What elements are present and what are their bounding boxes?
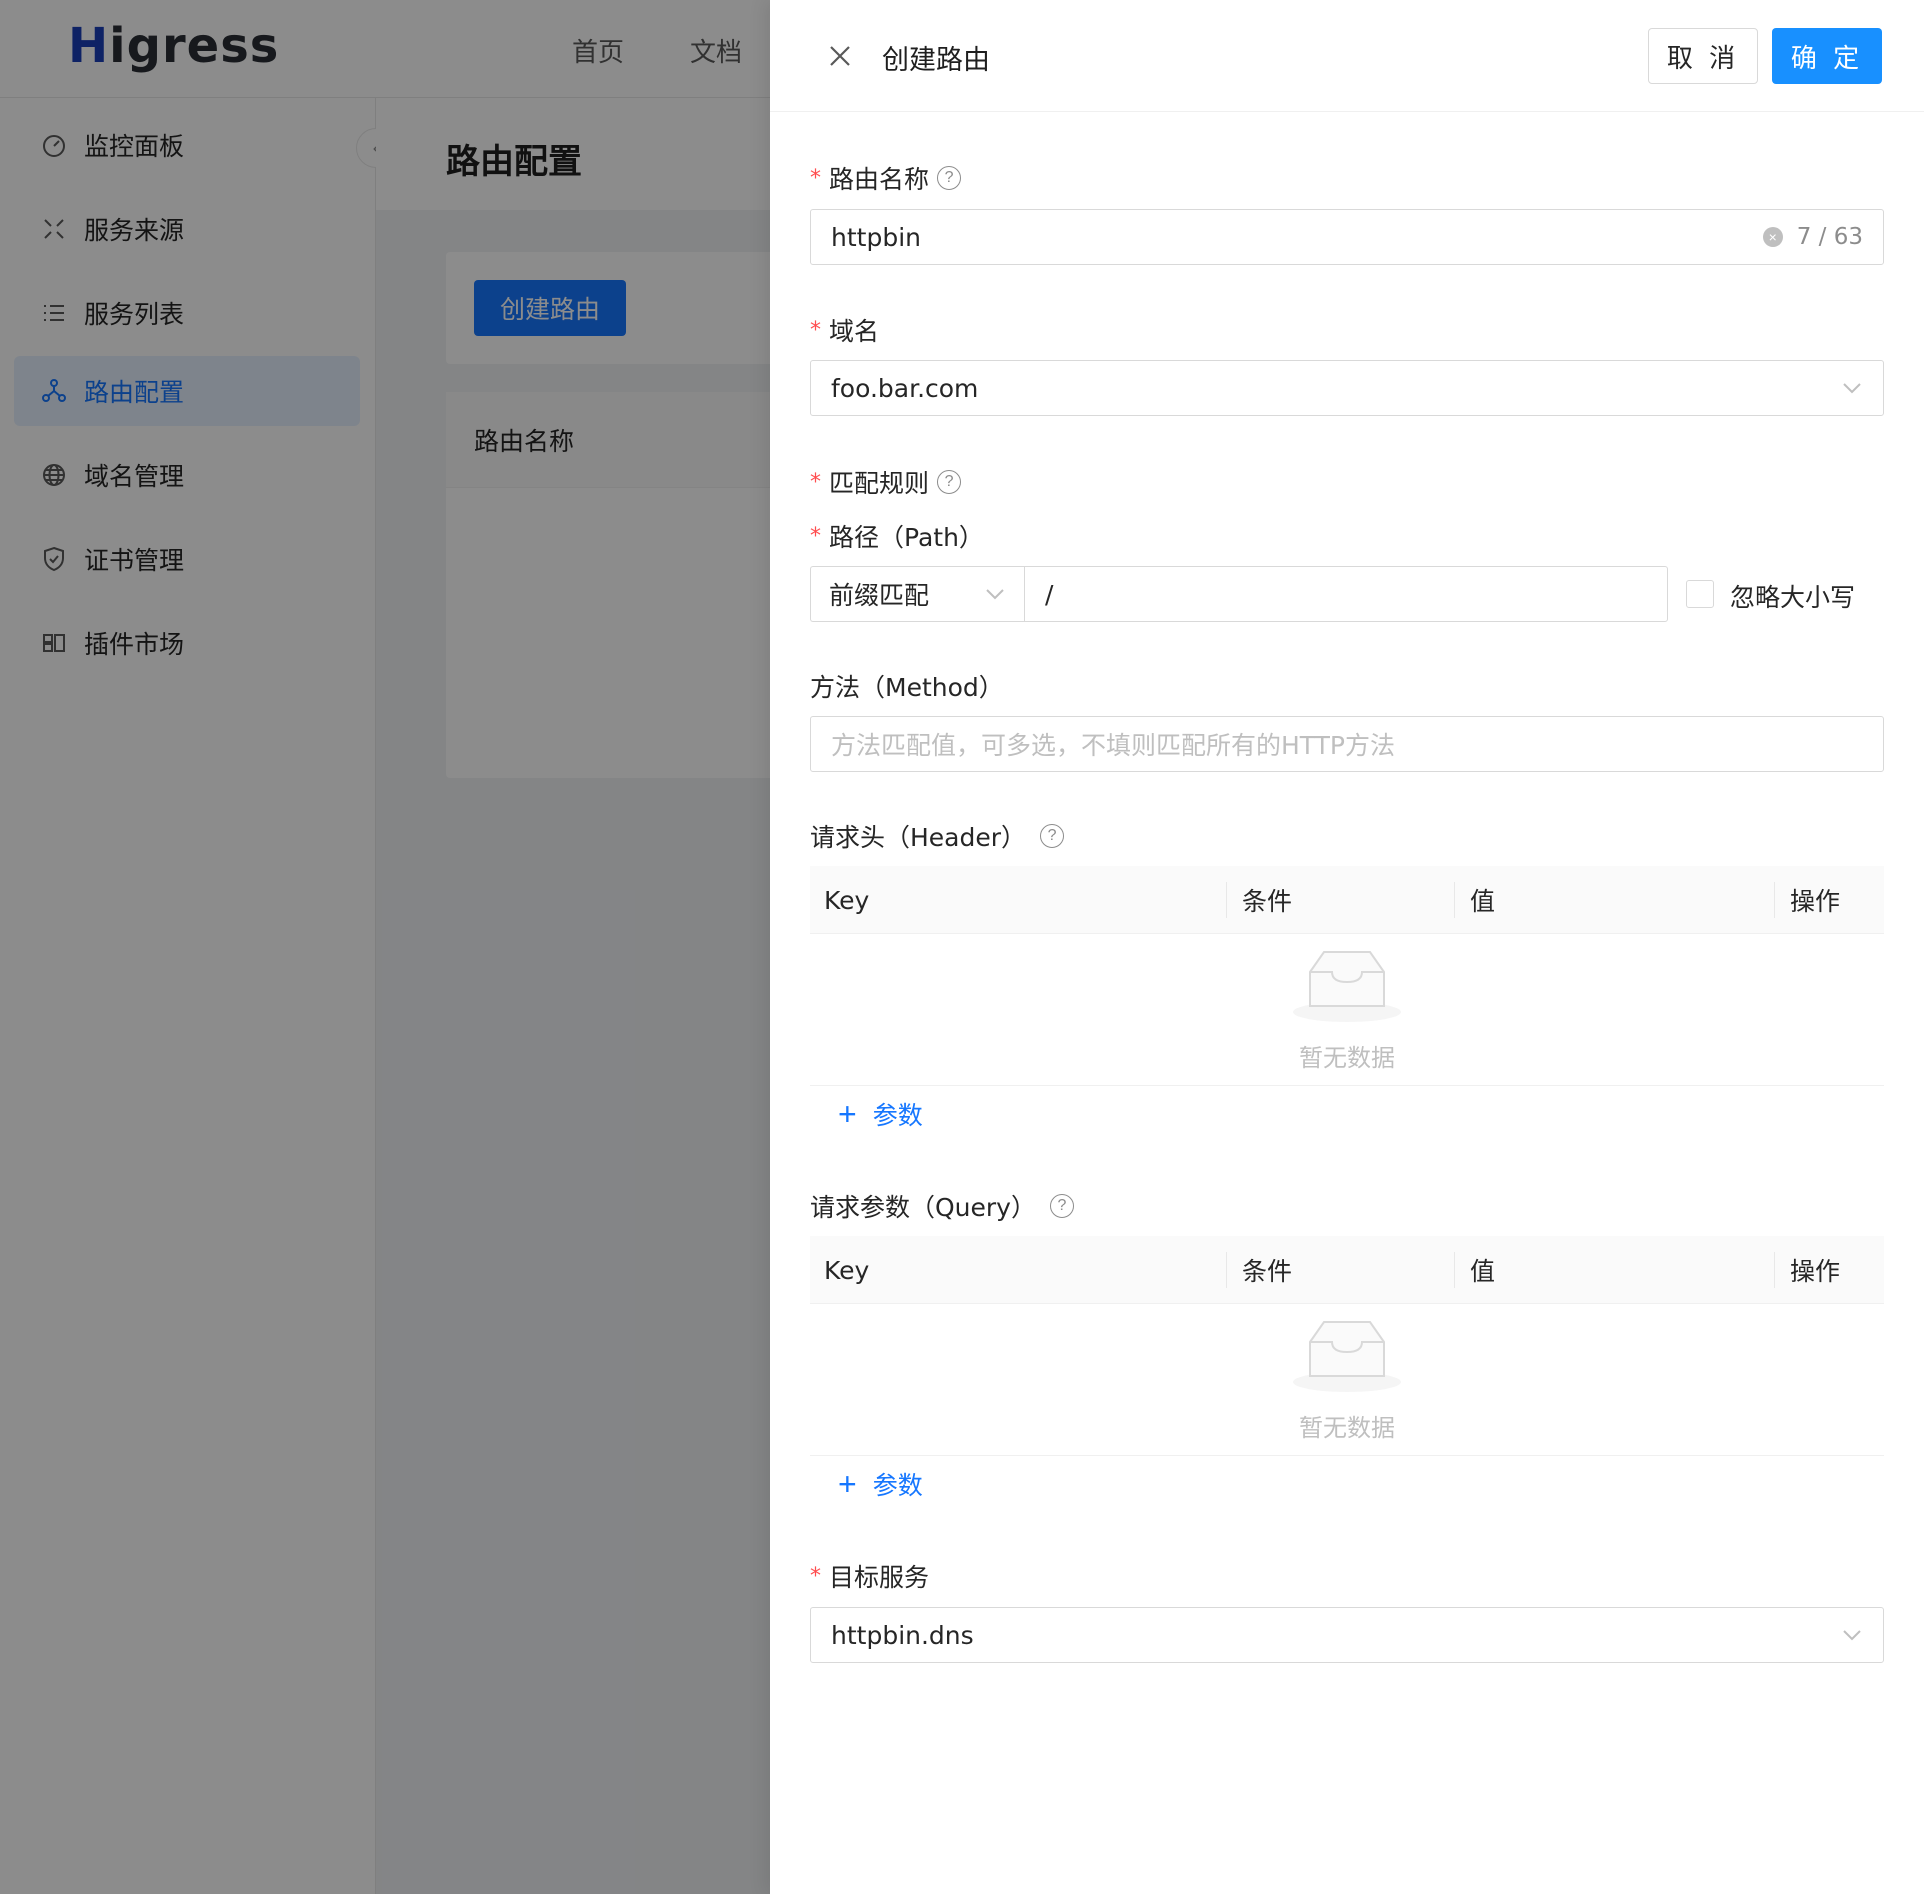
target-service-select[interactable]: httpbin.dns	[810, 1607, 1884, 1663]
route-name-input[interactable]: httpbin × 7 / 63	[810, 209, 1884, 265]
route-name-value: httpbin	[831, 222, 921, 252]
method-select[interactable]: 方法匹配值，可多选，不填则匹配所有的HTTP方法	[810, 716, 1884, 772]
plus-icon: +	[838, 1096, 857, 1132]
clear-icon[interactable]: ×	[1762, 227, 1783, 247]
column-value: 值	[1470, 1257, 1496, 1286]
query-table-head: Key 条件 值 操作	[810, 1236, 1884, 1304]
char-count: × 7 / 63	[1762, 224, 1863, 250]
column-divider	[1774, 1252, 1775, 1288]
column-divider	[1226, 882, 1227, 918]
plus-icon: +	[838, 1466, 857, 1502]
empty-box-icon	[1293, 951, 1401, 1022]
drawer-header: 创建路由 取 消 确 定	[770, 0, 1924, 112]
required-mark: *	[810, 523, 821, 549]
confirm-button[interactable]: 确 定	[1772, 28, 1882, 84]
column-value: 值	[1470, 887, 1496, 916]
drawer-title: 创建路由	[882, 45, 990, 76]
header-table: Key 条件 值 操作 暂无数据	[810, 866, 1884, 1086]
required-mark: *	[810, 165, 821, 191]
domain-label: * 域名	[810, 317, 880, 346]
target-service-value: httpbin.dns	[831, 1620, 974, 1650]
empty-text: 暂无数据	[1299, 1414, 1395, 1442]
path-match-type-value: 前缀匹配	[829, 581, 930, 610]
column-condition: 条件	[1242, 887, 1293, 916]
chevron-down-icon	[1843, 1630, 1861, 1641]
query-table: Key 条件 值 操作 暂无数据	[810, 1236, 1884, 1456]
method-placeholder: 方法匹配值，可多选，不填则匹配所有的HTTP方法	[831, 731, 1395, 760]
chevron-down-icon	[1843, 383, 1861, 394]
empty-state: 暂无数据	[810, 1304, 1884, 1456]
column-action: 操作	[1790, 1257, 1841, 1286]
path-input[interactable]: /	[1024, 566, 1668, 622]
chevron-down-icon	[986, 589, 1004, 600]
path-value: /	[1045, 579, 1054, 609]
help-icon[interactable]: ?	[937, 470, 962, 494]
empty-state: 暂无数据	[810, 934, 1884, 1086]
column-condition: 条件	[1242, 1257, 1293, 1286]
domain-select[interactable]: foo.bar.com	[810, 360, 1884, 416]
query-label: 请求参数（Query） ?	[810, 1188, 1074, 1224]
column-action: 操作	[1790, 887, 1841, 916]
header-table-head: Key 条件 值 操作	[810, 866, 1884, 934]
route-name-label: * 路由名称 ?	[810, 160, 962, 196]
column-key: Key	[824, 885, 870, 915]
add-header-button[interactable]: + 参数	[838, 1096, 923, 1132]
cancel-button[interactable]: 取 消	[1648, 28, 1758, 84]
column-key: Key	[824, 1255, 870, 1285]
target-service-label: * 目标服务	[810, 1563, 930, 1592]
ignore-case-checkbox[interactable]	[1686, 580, 1714, 608]
required-mark: *	[810, 317, 821, 343]
help-icon[interactable]: ?	[1049, 1194, 1074, 1218]
column-divider	[1454, 1252, 1455, 1288]
column-divider	[1226, 1252, 1227, 1288]
create-route-drawer: 创建路由 取 消 确 定 * 路由名称 ? httpbin × 7 / 63 * …	[770, 0, 1924, 1894]
header-label: 请求头（Header） ?	[810, 818, 1065, 854]
path-match-type-select[interactable]: 前缀匹配	[810, 566, 1024, 622]
domain-value: foo.bar.com	[831, 373, 979, 403]
method-label: 方法（Method）	[810, 673, 1004, 702]
match-rule-label: * 匹配规则 ?	[810, 464, 962, 500]
path-label: * 路径（Path）	[810, 523, 984, 552]
help-icon[interactable]: ?	[937, 166, 962, 190]
app-root: Higress 首页 文档 监控面板 服务来源 服务列表 路由配置 域名管理 证…	[0, 0, 1924, 1894]
empty-box-icon	[1293, 1321, 1401, 1392]
column-divider	[1774, 882, 1775, 918]
close-icon[interactable]	[818, 34, 862, 78]
help-icon[interactable]: ?	[1040, 824, 1065, 848]
ignore-case-label: 忽略大小写	[1730, 583, 1856, 612]
column-divider	[1454, 882, 1455, 918]
required-mark: *	[810, 469, 821, 495]
add-query-button[interactable]: + 参数	[838, 1466, 923, 1502]
required-mark: *	[810, 1563, 821, 1589]
empty-text: 暂无数据	[1299, 1044, 1395, 1072]
